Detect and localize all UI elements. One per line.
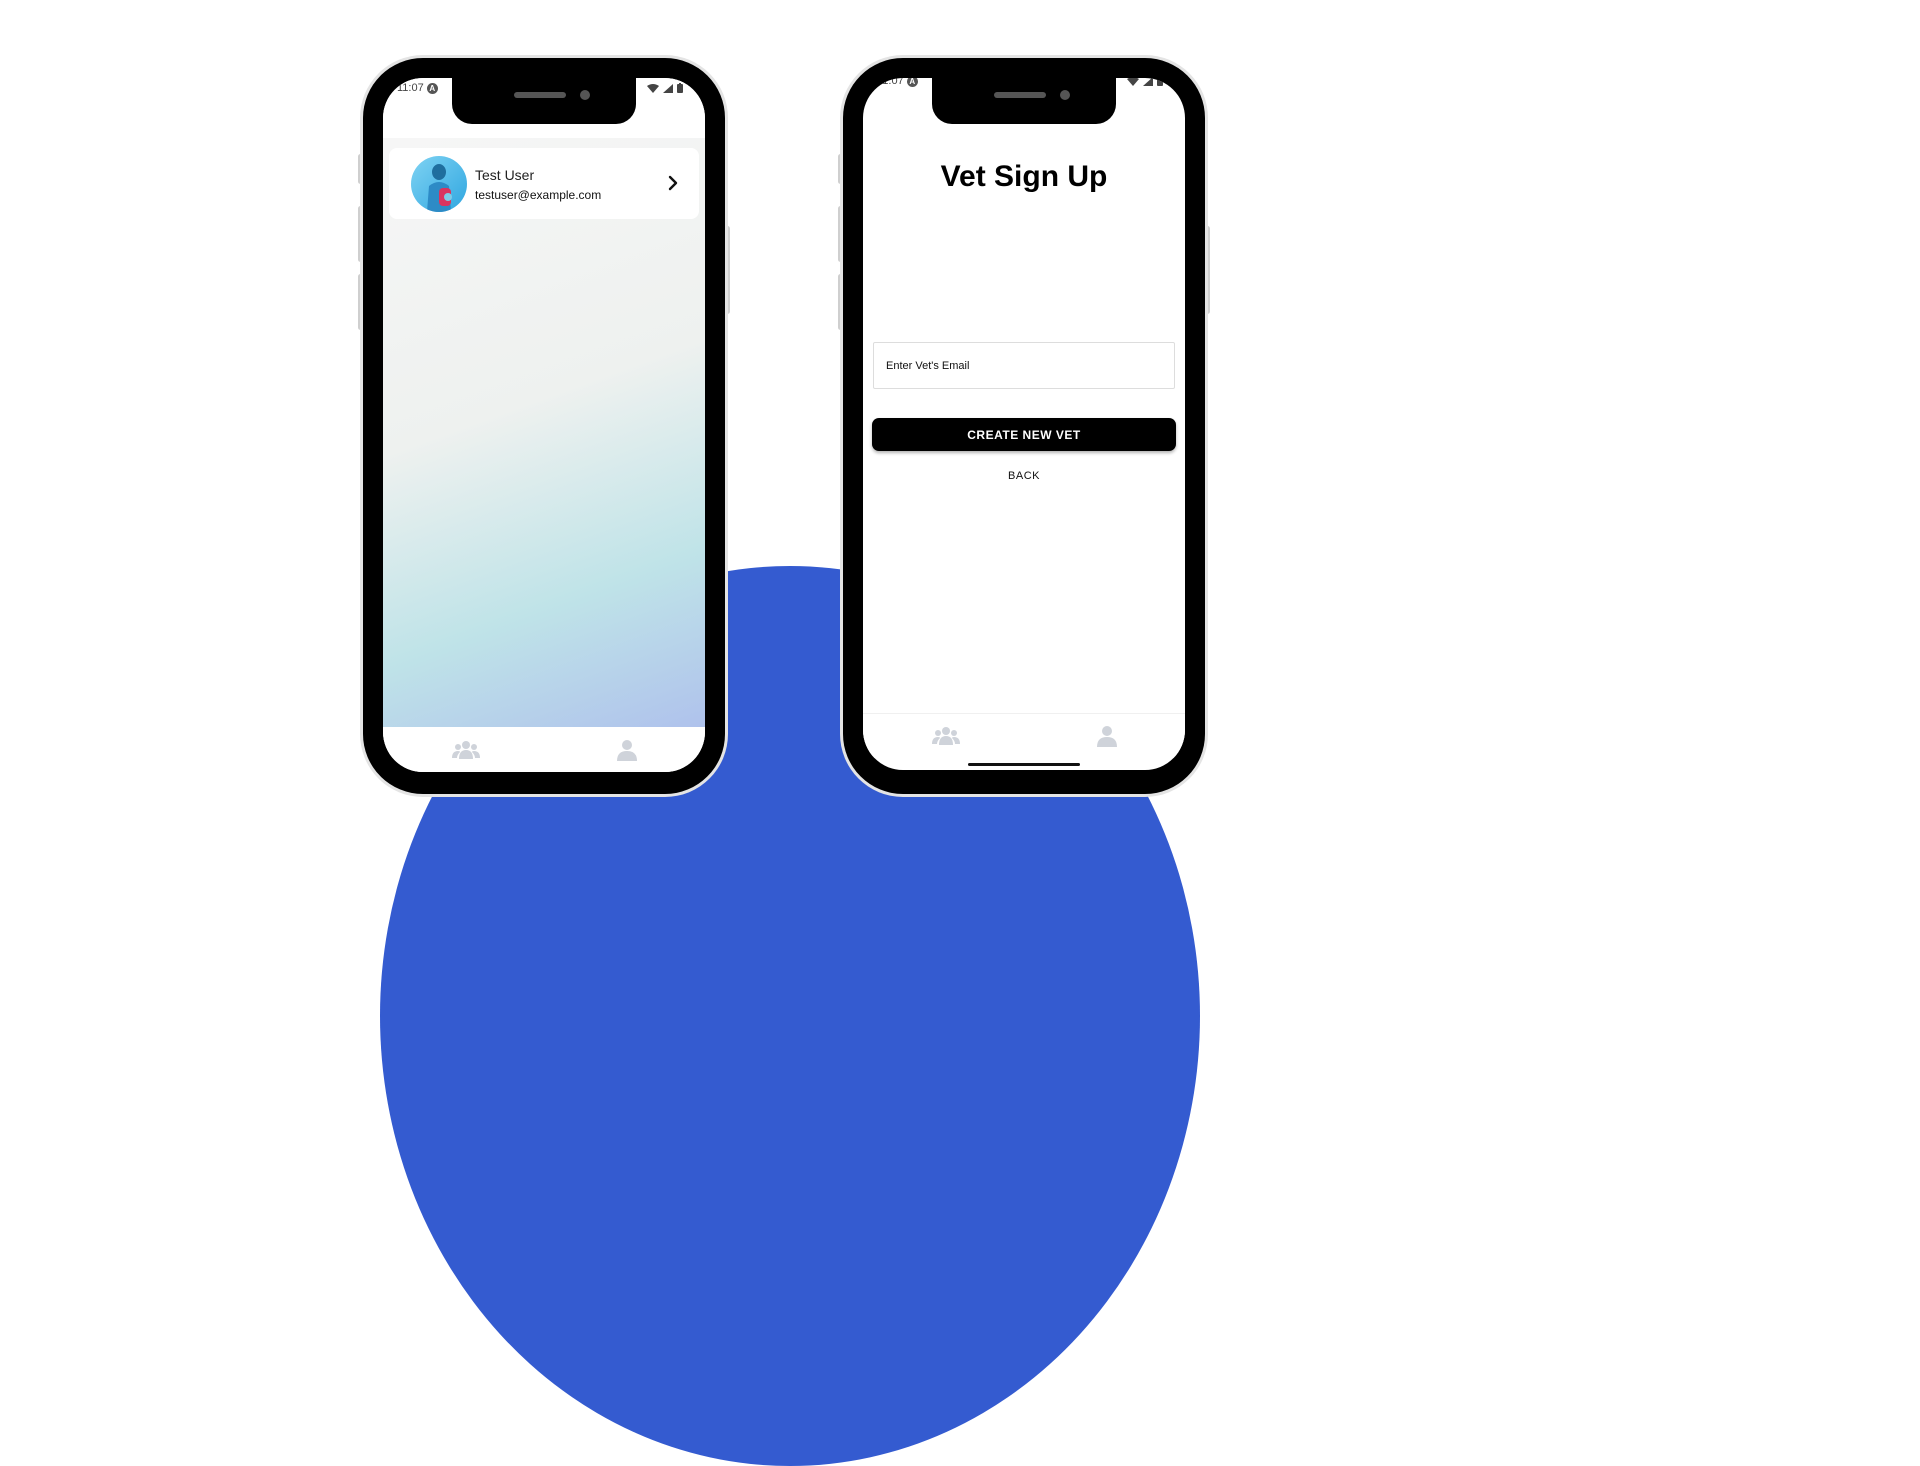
- speaker: [514, 92, 566, 98]
- user-name: Test User: [475, 167, 535, 183]
- battery-icon: [677, 83, 683, 93]
- phone-frame: 11:07 A Vet Sign Up CREATE NEW VET BACK: [843, 58, 1205, 794]
- notch: [932, 78, 1116, 124]
- side-button-power: [1205, 226, 1210, 314]
- speaker: [994, 92, 1046, 98]
- phone-screen: 11:07 A Users: [383, 78, 705, 772]
- page-title: Vet Sign Up: [940, 160, 1108, 193]
- signal-icon: [1143, 78, 1153, 86]
- status-icons: [647, 83, 683, 93]
- user-list-item[interactable]: Test User testuser@example.com: [389, 148, 699, 219]
- phone-users: 11:07 A Users: [358, 58, 730, 794]
- expo-icon: A: [906, 78, 918, 87]
- status-bar-time: 11:07 A: [877, 78, 918, 87]
- tab-users-group-icon[interactable]: [451, 740, 480, 760]
- user-email: testuser@example.com: [475, 188, 602, 202]
- notch: [452, 78, 636, 124]
- expo-icon: A: [426, 82, 438, 94]
- users-list: Test User testuser@example.com: [383, 138, 705, 727]
- phone-vet-signup: 11:07 A Vet Sign Up CREATE NEW VET BACK: [838, 58, 1210, 794]
- tab-bar: [863, 713, 1185, 758]
- wifi-icon: [1127, 78, 1139, 86]
- tab-bar: [383, 727, 705, 772]
- status-icons: [1127, 78, 1163, 86]
- battery-icon: [1157, 78, 1163, 86]
- signal-icon: [663, 83, 673, 93]
- status-time-text: 11:07: [397, 82, 424, 94]
- vet-email-field[interactable]: [873, 342, 1175, 389]
- home-indicator: [968, 763, 1080, 766]
- wifi-icon: [647, 83, 659, 93]
- chevron-right-icon: [668, 175, 678, 191]
- tab-user-profile-icon[interactable]: [1096, 725, 1117, 747]
- tab-user-profile-icon[interactable]: [616, 739, 637, 761]
- create-new-vet-button[interactable]: CREATE NEW VET: [872, 418, 1176, 451]
- status-time-text: 11:07: [877, 78, 904, 87]
- phone-screen: 11:07 A Vet Sign Up CREATE NEW VET BACK: [863, 78, 1185, 770]
- camera: [580, 90, 590, 100]
- back-button[interactable]: BACK: [863, 470, 1185, 482]
- side-button-power: [725, 226, 730, 314]
- camera: [1060, 90, 1070, 100]
- tab-users-group-icon[interactable]: [931, 726, 960, 746]
- phone-frame: 11:07 A Users: [363, 58, 725, 794]
- status-bar-time: 11:07 A: [397, 82, 438, 94]
- avatar: [411, 156, 467, 212]
